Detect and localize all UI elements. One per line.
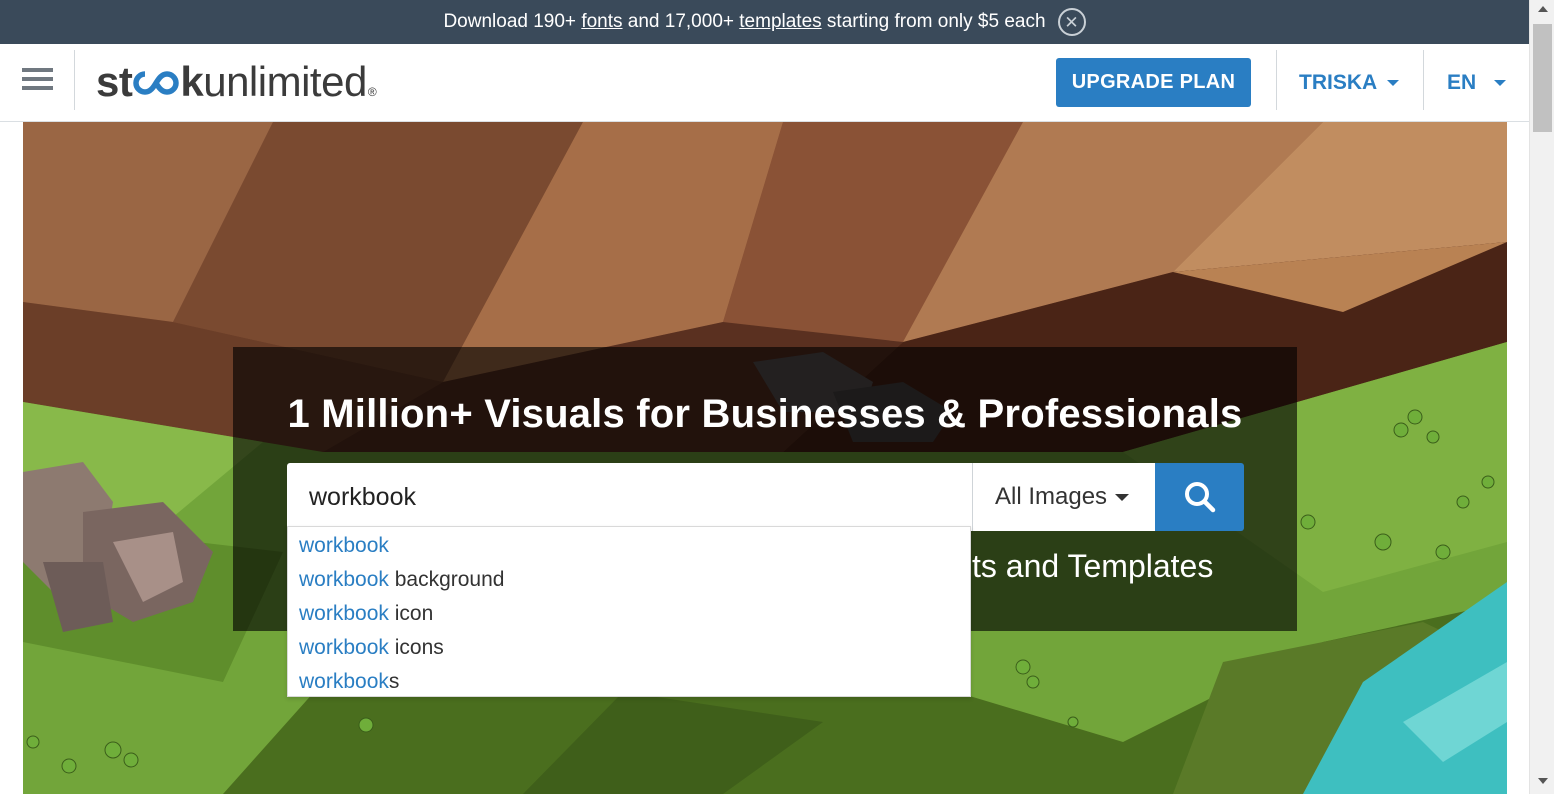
- logo-part-2: k: [180, 58, 204, 105]
- scroll-thumb[interactable]: [1533, 24, 1552, 132]
- hero-subline: ts and Templates: [972, 548, 1214, 584]
- language-dropdown[interactable]: EN: [1447, 68, 1507, 98]
- promo-fonts-link[interactable]: fonts: [581, 11, 622, 33]
- header-divider: [74, 50, 75, 110]
- promo-text-before: Download 190+: [443, 11, 582, 32]
- promo-text-after: starting from only $5 each: [821, 11, 1046, 32]
- close-icon[interactable]: ✕: [1057, 8, 1086, 36]
- infinity-logo-icon: [133, 71, 180, 95]
- scroll-up-arrow-icon[interactable]: [1538, 6, 1548, 12]
- image-type-select[interactable]: All Images: [972, 463, 1155, 531]
- suggestion-item[interactable]: workbook background: [299, 565, 504, 595]
- hamburger-icon[interactable]: [22, 68, 53, 90]
- suggestion-item[interactable]: workbook s: [299, 667, 399, 697]
- promo-text-middle: and 17,000+: [622, 11, 740, 32]
- search-suggestions: workbook workbook background workbook ic…: [287, 526, 971, 697]
- user-menu-dropdown[interactable]: TRISKA: [1299, 68, 1400, 98]
- suggestion-item[interactable]: workbook icons: [299, 633, 444, 663]
- scroll-down-arrow-icon[interactable]: [1538, 778, 1548, 784]
- logo-registered: ®: [367, 85, 377, 99]
- site-header: st k unlimited ® UPGRADE PLAN TRISKA EN: [0, 44, 1529, 122]
- header-divider: [1423, 50, 1424, 110]
- promo-banner: Download 190+ fonts and 17,000+ template…: [0, 0, 1529, 44]
- logo-part-3: unlimited: [203, 58, 367, 105]
- page-scrollbar[interactable]: [1529, 0, 1554, 794]
- hero-headline: 1 Million+ Visuals for Businesses & Prof…: [287, 392, 1243, 436]
- promo-templates-link[interactable]: templates: [739, 11, 821, 33]
- chevron-down-icon: [1387, 80, 1400, 86]
- upgrade-plan-button[interactable]: UPGRADE PLAN: [1056, 58, 1251, 107]
- user-menu-label: TRISKA: [1299, 71, 1378, 94]
- search-input[interactable]: [287, 463, 973, 531]
- logo-part-1: st: [96, 58, 133, 105]
- chevron-down-icon: [1494, 80, 1507, 86]
- search-icon: [1184, 482, 1215, 513]
- header-divider: [1276, 50, 1277, 110]
- search-button[interactable]: [1155, 463, 1244, 531]
- image-type-label: All Images: [995, 483, 1108, 510]
- suggestion-item[interactable]: workbook icon: [299, 599, 433, 629]
- language-label: EN: [1447, 71, 1477, 94]
- suggestion-item[interactable]: workbook: [299, 531, 389, 561]
- chevron-down-icon: [1115, 493, 1130, 501]
- site-logo[interactable]: st k unlimited ®: [96, 58, 377, 105]
